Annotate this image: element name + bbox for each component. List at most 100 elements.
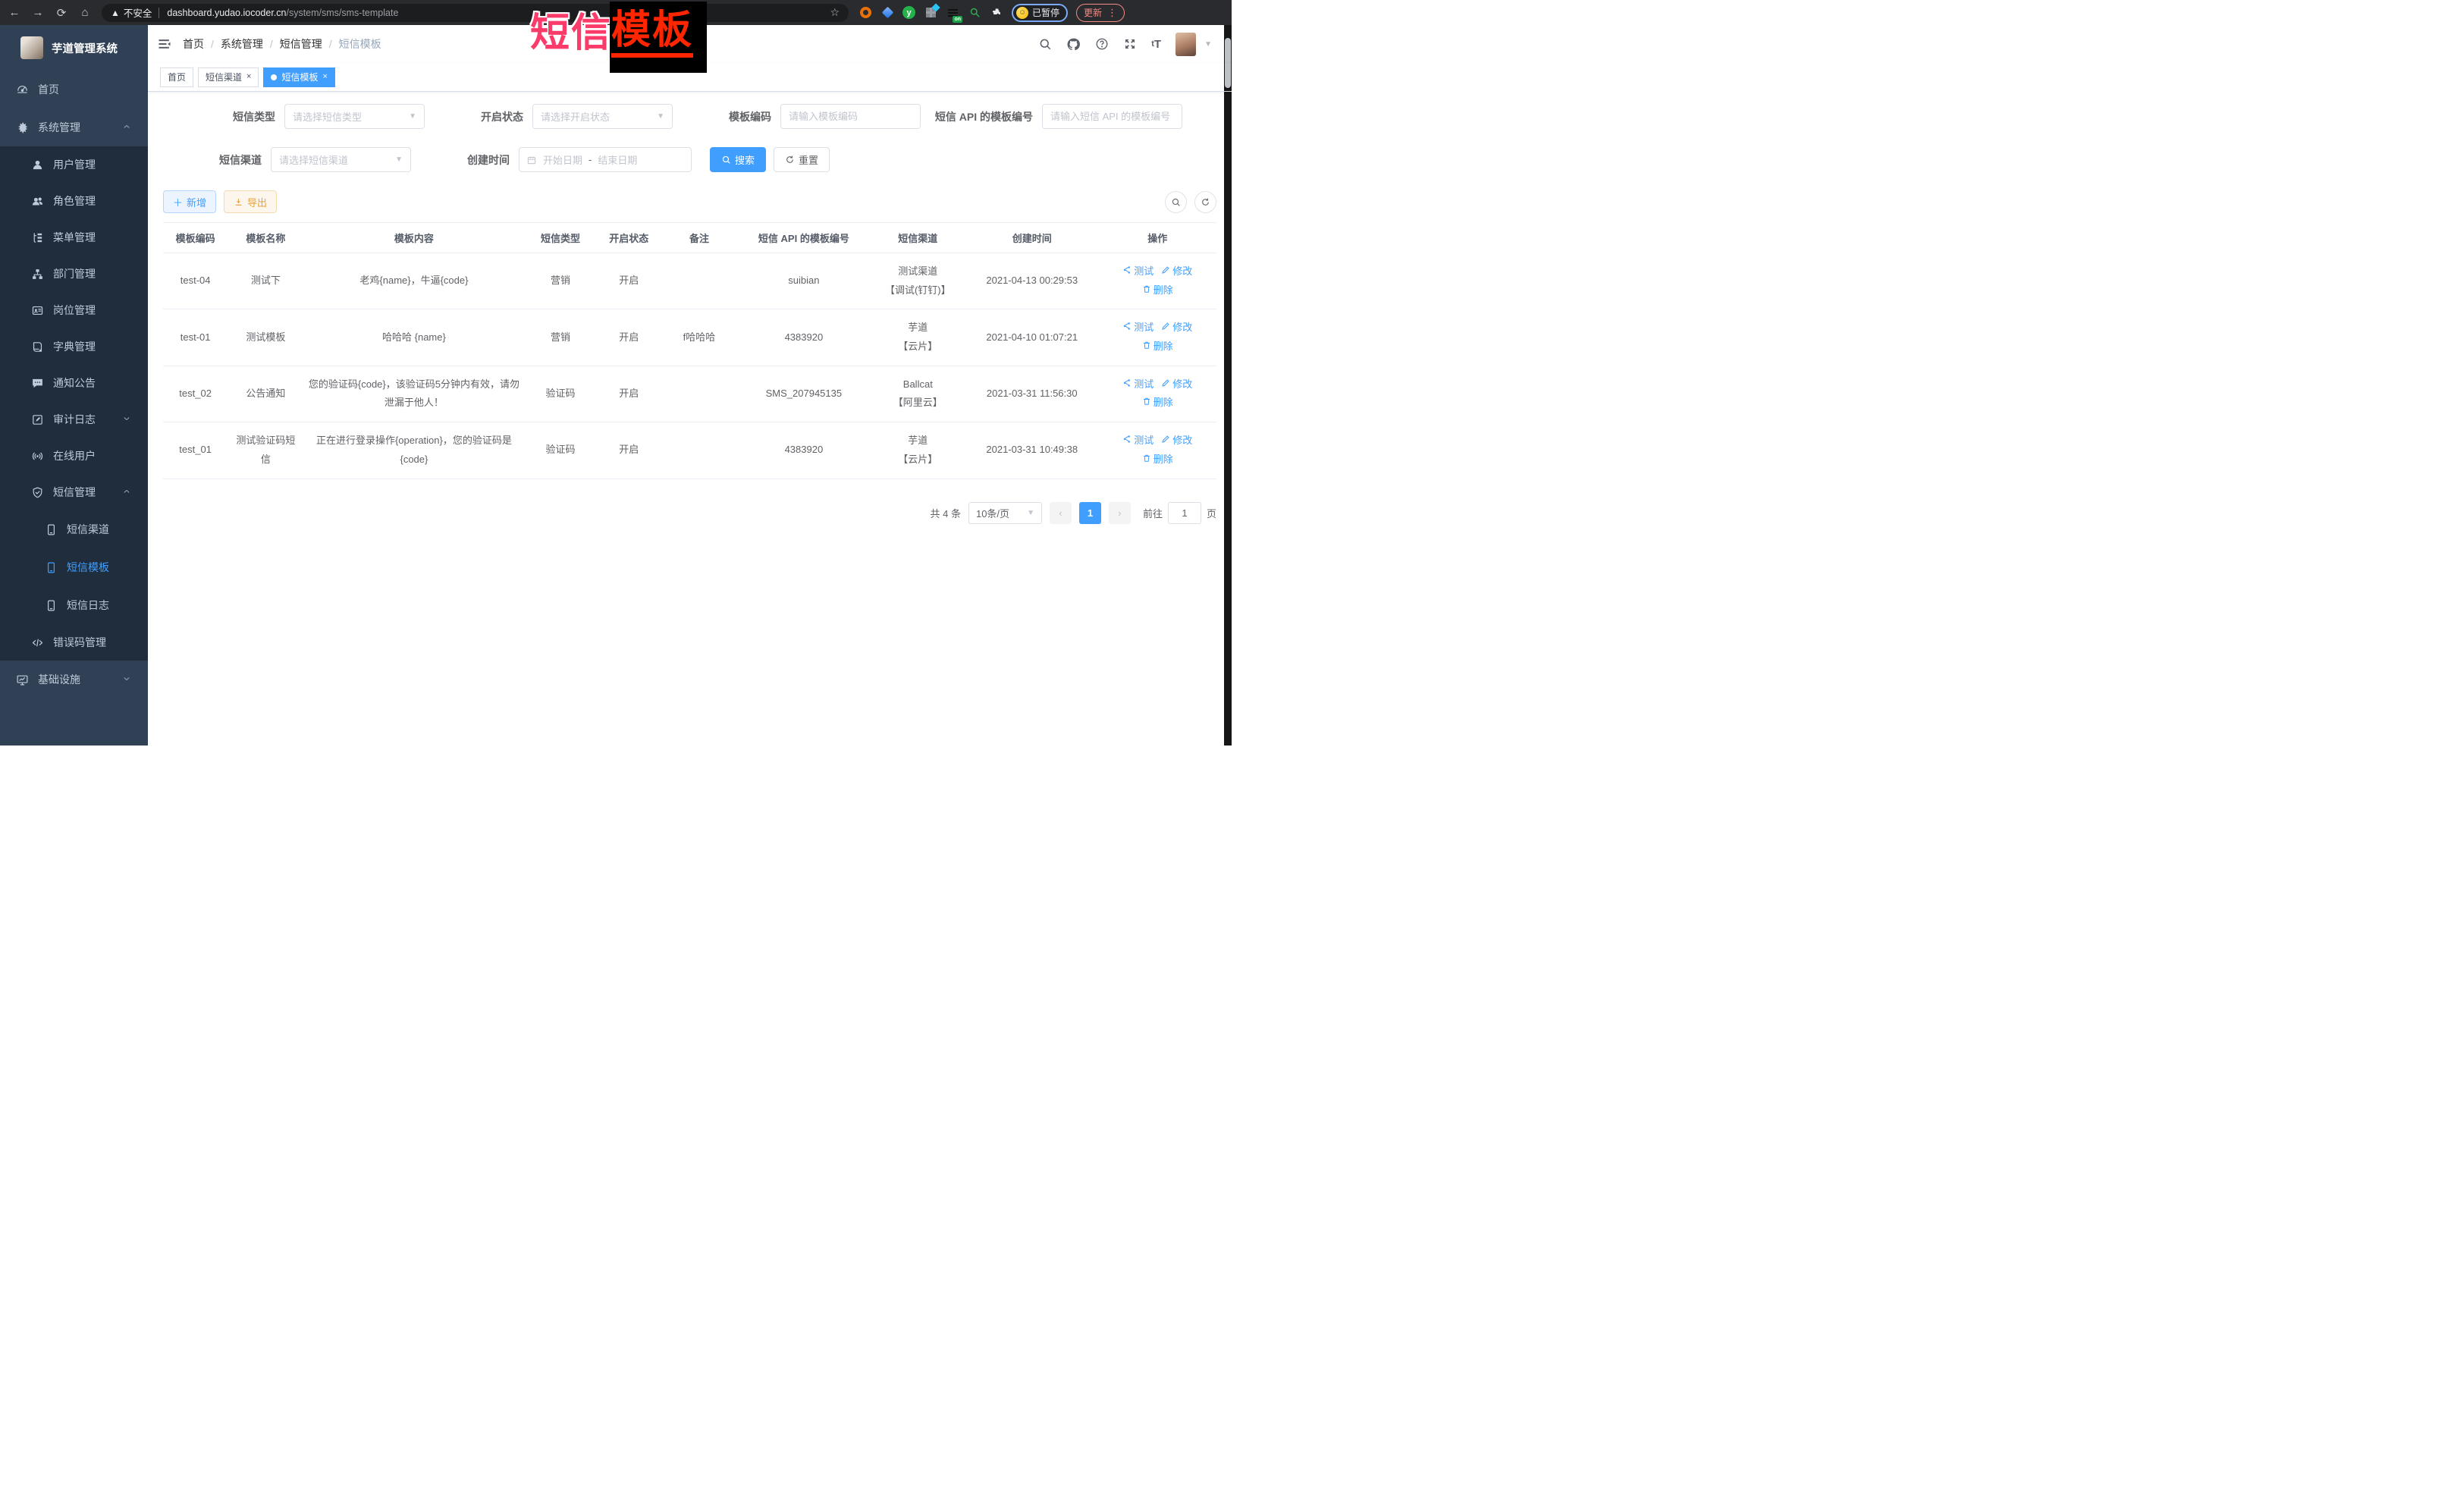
home-icon[interactable]: ⌂ <box>78 6 92 20</box>
fullscreen-icon[interactable] <box>1123 37 1137 51</box>
chevron-down-icon <box>122 673 131 686</box>
breadcrumb-item-0[interactable]: 首页 <box>183 36 204 52</box>
breadcrumb-item-2[interactable]: 短信管理 <box>280 36 322 52</box>
edit-link[interactable]: 修改 <box>1161 432 1192 450</box>
magnifier-extension-icon[interactable] <box>968 6 981 20</box>
test-link[interactable]: 测试 <box>1122 319 1154 337</box>
tab-1[interactable]: 短信渠道× <box>198 67 259 87</box>
sidebar-item-0[interactable]: 首页 <box>0 71 148 108</box>
grid-extension-icon[interactable] <box>924 6 937 20</box>
message-icon <box>30 376 44 390</box>
filter-code: 模板编码 <box>673 104 921 129</box>
edit-link[interactable]: 修改 <box>1161 375 1192 394</box>
date-range-picker[interactable]: 开始日期 - 结束日期 <box>519 147 692 172</box>
tab-label: 短信模板 <box>281 71 318 83</box>
orange-ring-extension-icon[interactable] <box>858 6 872 20</box>
created-cell: 2021-03-31 10:49:38 <box>965 422 1099 479</box>
reset-button[interactable]: 重置 <box>774 147 830 172</box>
github-icon[interactable] <box>1066 37 1081 52</box>
goto-page-input[interactable] <box>1168 502 1201 524</box>
column-header-7: 短信渠道 <box>871 223 965 253</box>
address-bar[interactable]: ▲ 不安全 dashboard.yudao.iocoder.cn /system… <box>102 4 849 22</box>
test-link[interactable]: 测试 <box>1122 432 1154 450</box>
puzzle-extension-icon[interactable] <box>990 6 1003 20</box>
delete-link[interactable]: 删除 <box>1142 394 1173 413</box>
refresh-button[interactable] <box>1194 191 1216 213</box>
search-button[interactable]: 搜索 <box>710 147 766 172</box>
cell: 测试下 <box>228 253 303 309</box>
logo-row[interactable]: 芋道管理系统 <box>0 25 148 71</box>
test-link[interactable]: 测试 <box>1122 375 1154 394</box>
sidebar-item-16[interactable]: 基础设施 <box>0 661 148 698</box>
reload-icon[interactable]: ⟳ <box>55 6 68 20</box>
delete-link[interactable]: 删除 <box>1142 337 1173 356</box>
sidebar-item-7[interactable]: 字典管理 <box>0 328 148 365</box>
user-avatar[interactable] <box>1176 33 1196 56</box>
filter-channel: 短信渠道 请选择短信渠道 ▼ <box>163 147 411 172</box>
search-icon[interactable] <box>1038 37 1052 51</box>
browser-update-button[interactable]: 更新 ⋮ <box>1076 4 1125 22</box>
tab-0[interactable]: 首页 <box>160 67 193 87</box>
list-extension-icon[interactable]: on <box>946 6 959 20</box>
sidebar-item-1[interactable]: 系统管理 <box>0 108 148 146</box>
sidebar-item-8[interactable]: 通知公告 <box>0 365 148 401</box>
delete-link[interactable]: 删除 <box>1142 281 1173 300</box>
trash-icon <box>1142 337 1151 356</box>
sidebar-item-15[interactable]: 错误码管理 <box>0 624 148 661</box>
active-dot <box>271 74 277 80</box>
sidebar-item-label: 部门管理 <box>53 266 96 281</box>
collapse-sidebar-icon[interactable] <box>157 36 172 52</box>
help-icon[interactable] <box>1095 37 1109 51</box>
sidebar-item-label: 通知公告 <box>53 375 96 391</box>
browser-profile-chip[interactable]: ☺ 已暂停 <box>1012 4 1068 22</box>
status-select[interactable]: 请选择开启状态 ▼ <box>532 104 673 129</box>
page-scrollbar[interactable] <box>1224 25 1232 746</box>
close-tab-icon[interactable]: × <box>322 73 327 81</box>
sidebar-item-5[interactable]: 部门管理 <box>0 256 148 292</box>
sidebar-item-10[interactable]: 在线用户 <box>0 438 148 474</box>
close-tab-icon[interactable]: × <box>246 73 251 81</box>
test-link[interactable]: 测试 <box>1122 262 1154 281</box>
y-extension-icon[interactable]: y <box>902 6 915 19</box>
toggle-search-button[interactable] <box>1165 191 1187 213</box>
current-page-button[interactable]: 1 <box>1079 502 1101 524</box>
prev-page-button[interactable]: ‹ <box>1050 502 1072 524</box>
forward-icon[interactable]: → <box>31 6 45 20</box>
sms-type-select[interactable]: 请选择短信类型 ▼ <box>284 104 425 129</box>
sidebar-item-9[interactable]: 审计日志 <box>0 401 148 438</box>
tab-2[interactable]: 短信模板 × <box>263 67 334 87</box>
sidebar-item-6[interactable]: 岗位管理 <box>0 292 148 328</box>
sidebar-item-label: 菜单管理 <box>53 230 96 245</box>
blue-gem-extension-icon[interactable] <box>880 6 894 20</box>
created-cell: 2021-04-13 00:29:53 <box>965 253 1099 309</box>
back-icon[interactable]: ← <box>8 6 21 20</box>
api-id-input[interactable] <box>1042 104 1182 129</box>
code-input[interactable] <box>780 104 921 129</box>
browser-menu-icon[interactable]: ⋮ <box>1107 7 1117 19</box>
cell: 开启 <box>597 422 661 479</box>
sidebar-item-11[interactable]: 短信管理 <box>0 474 148 510</box>
page-size-select[interactable]: 10条/页 ▼ <box>968 502 1042 524</box>
sidebar-item-4[interactable]: 菜单管理 <box>0 219 148 256</box>
next-page-button[interactable]: › <box>1109 502 1131 524</box>
edit-link[interactable]: 修改 <box>1161 319 1192 337</box>
user-icon <box>30 158 44 171</box>
bookmark-star-icon[interactable]: ☆ <box>830 6 840 19</box>
font-size-icon[interactable]: tT <box>1151 38 1161 51</box>
cell: 您的验证码{code}，该验证码5分钟内有效，请勿泄漏于他人！ <box>304 366 525 422</box>
add-button[interactable]: ＋ 新增 <box>163 190 216 213</box>
sidebar-item-label: 短信模板 <box>67 560 109 575</box>
cell: 哈哈哈 {name} <box>304 309 525 366</box>
delete-link[interactable]: 删除 <box>1142 450 1173 469</box>
sidebar-item-14[interactable]: 短信日志 <box>0 586 148 624</box>
sidebar-item-3[interactable]: 角色管理 <box>0 183 148 219</box>
sidebar-item-13[interactable]: 短信模板 <box>0 548 148 586</box>
sidebar-item-2[interactable]: 用户管理 <box>0 146 148 183</box>
main: 首页/系统管理/短信管理/短信模板 tT <box>148 25 1232 746</box>
channel-select[interactable]: 请选择短信渠道 ▼ <box>271 147 411 172</box>
edit-link[interactable]: 修改 <box>1161 262 1192 281</box>
sidebar-item-12[interactable]: 短信渠道 <box>0 510 148 548</box>
breadcrumb-item-1[interactable]: 系统管理 <box>221 36 263 52</box>
avatar-caret-icon[interactable]: ▼ <box>1204 40 1212 49</box>
export-button[interactable]: 导出 <box>224 190 277 213</box>
